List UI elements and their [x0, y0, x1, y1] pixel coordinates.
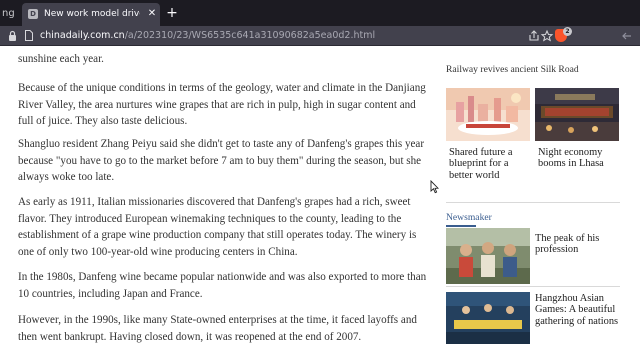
- page-icon[interactable]: [25, 30, 33, 41]
- card-title[interactable]: Shared future a blueprint for a better w…: [449, 147, 529, 181]
- sidebar: Railway revives ancient Silk Road Shared…: [446, 46, 640, 353]
- section-accent-line: [446, 225, 476, 227]
- sidebar-divider: [446, 202, 620, 203]
- shield-count-badge: 2: [563, 27, 572, 36]
- back-icon[interactable]: [620, 29, 634, 43]
- previous-tab[interactable]: ng: [0, 5, 24, 23]
- sidebar-divider: [446, 286, 620, 287]
- browser-toolbar: chinadaily.com.cn/a/202310/23/WS6535c641…: [0, 26, 640, 46]
- url-host: chinadaily.com.cn: [40, 30, 125, 41]
- mouse-cursor-icon: [430, 180, 439, 194]
- share-icon[interactable]: [527, 29, 541, 43]
- site-favicon-icon: D: [28, 9, 38, 19]
- url-path: /a/202310/23/WS6535c641a31090682a5ea0d2.…: [124, 30, 376, 41]
- address-bar[interactable]: chinadaily.com.cn/a/202310/23/WS6535c641…: [40, 29, 460, 43]
- new-tab-button[interactable]: +: [165, 5, 179, 21]
- article-paragraph: As early as 1911, Italian missionaries d…: [18, 196, 417, 258]
- lock-icon[interactable]: [8, 30, 17, 42]
- sidebar-top-caption[interactable]: Railway revives ancient Silk Road: [446, 64, 626, 75]
- asian-games-image[interactable]: [446, 292, 530, 344]
- close-tab-icon[interactable]: ✕: [146, 7, 158, 21]
- article-paragraph: In the 1980s, Danfeng wine became popula…: [18, 271, 427, 300]
- newsmaker-title[interactable]: Hangzhou Asian Games: A beautiful gather…: [535, 293, 621, 327]
- active-tab[interactable]: D New work model drives wineries ✕: [22, 3, 160, 26]
- newsmaker-label[interactable]: Newsmaker: [446, 212, 526, 223]
- previous-tab-label: ng: [2, 8, 15, 19]
- article-paragraph: However, in the 1990s, like many State-o…: [18, 314, 417, 343]
- browser-tab-bar: ng D New work model drives wineries ✕ +: [0, 0, 640, 26]
- shared-future-image[interactable]: [446, 88, 530, 141]
- article-paragraph: Shangluo resident Zhang Peiyu said she d…: [18, 138, 425, 184]
- tab-title: New work model drives wineries: [44, 9, 140, 19]
- article-body: sunshine each year. Because of the uniqu…: [18, 46, 432, 353]
- night-economy-image[interactable]: [535, 88, 619, 141]
- star-icon[interactable]: [540, 29, 554, 43]
- article-paragraph: sunshine each year.: [18, 53, 104, 65]
- card-title[interactable]: Night economy booms in Lhasa: [538, 147, 618, 170]
- article-paragraph: Because of the unique conditions in term…: [18, 82, 426, 128]
- newsmaker-image[interactable]: [446, 228, 530, 284]
- newsmaker-title[interactable]: The peak of his profession: [535, 233, 621, 256]
